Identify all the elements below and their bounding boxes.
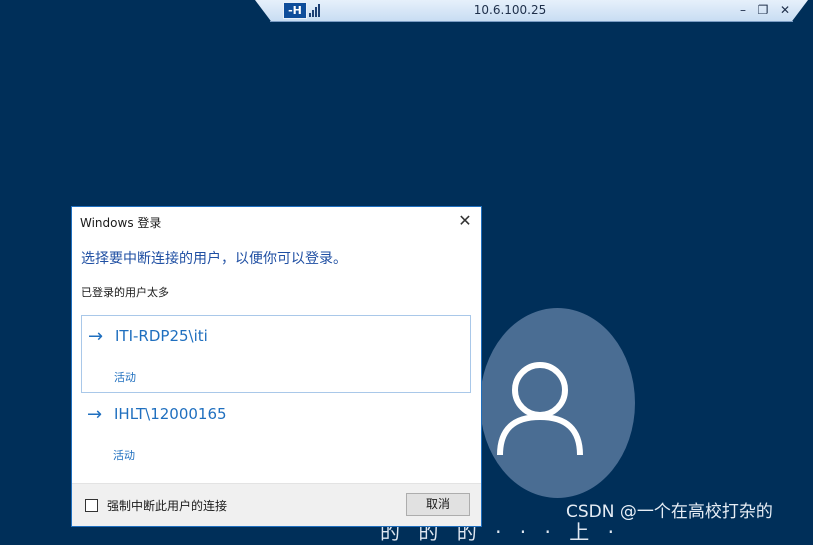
dialog-close-icon[interactable]: ✕ (455, 211, 475, 231)
rdp-host-address: 10.6.100.25 (473, 3, 547, 17)
force-disconnect-checkbox[interactable] (85, 499, 98, 512)
user-avatar-icon (497, 362, 583, 456)
restore-button[interactable]: ❐ (755, 2, 771, 18)
minimize-button[interactable]: – (735, 2, 751, 18)
user-item-iti[interactable]: → ITI-RDP25\iti 活动 (81, 315, 471, 393)
dialog-subheading: 已登录的用户太多 (81, 286, 169, 299)
windows-login-dialog: Windows 登录 ✕ 选择要中断连接的用户，以便你可以登录。 已登录的用户太… (71, 206, 482, 527)
rdp-bar-border (270, 21, 793, 22)
dialog-footer: 强制中断此用户的连接 取消 (72, 483, 481, 526)
pin-connection-bar-button[interactable]: -H (283, 2, 307, 19)
user-item-ihlt[interactable]: → IHLT\12000165 活动 (81, 394, 471, 472)
user-status: 活动 (113, 449, 135, 462)
csdn-watermark: CSDN @一个在高校打杂的 (566, 502, 773, 522)
user-status: 活动 (114, 371, 136, 384)
user-name: IHLT\12000165 (114, 405, 227, 423)
force-disconnect-label[interactable]: 强制中断此用户的连接 (107, 497, 227, 514)
close-button[interactable]: ✕ (777, 2, 793, 18)
arrow-right-icon: → (88, 326, 104, 347)
arrow-right-icon: → (87, 404, 103, 425)
connection-quality-icon[interactable] (309, 3, 323, 17)
cancel-button[interactable]: 取消 (406, 493, 470, 516)
dialog-title: Windows 登录 (80, 216, 162, 230)
dialog-heading: 选择要中断连接的用户，以便你可以登录。 (81, 251, 347, 267)
user-name: ITI-RDP25\iti (115, 327, 208, 345)
